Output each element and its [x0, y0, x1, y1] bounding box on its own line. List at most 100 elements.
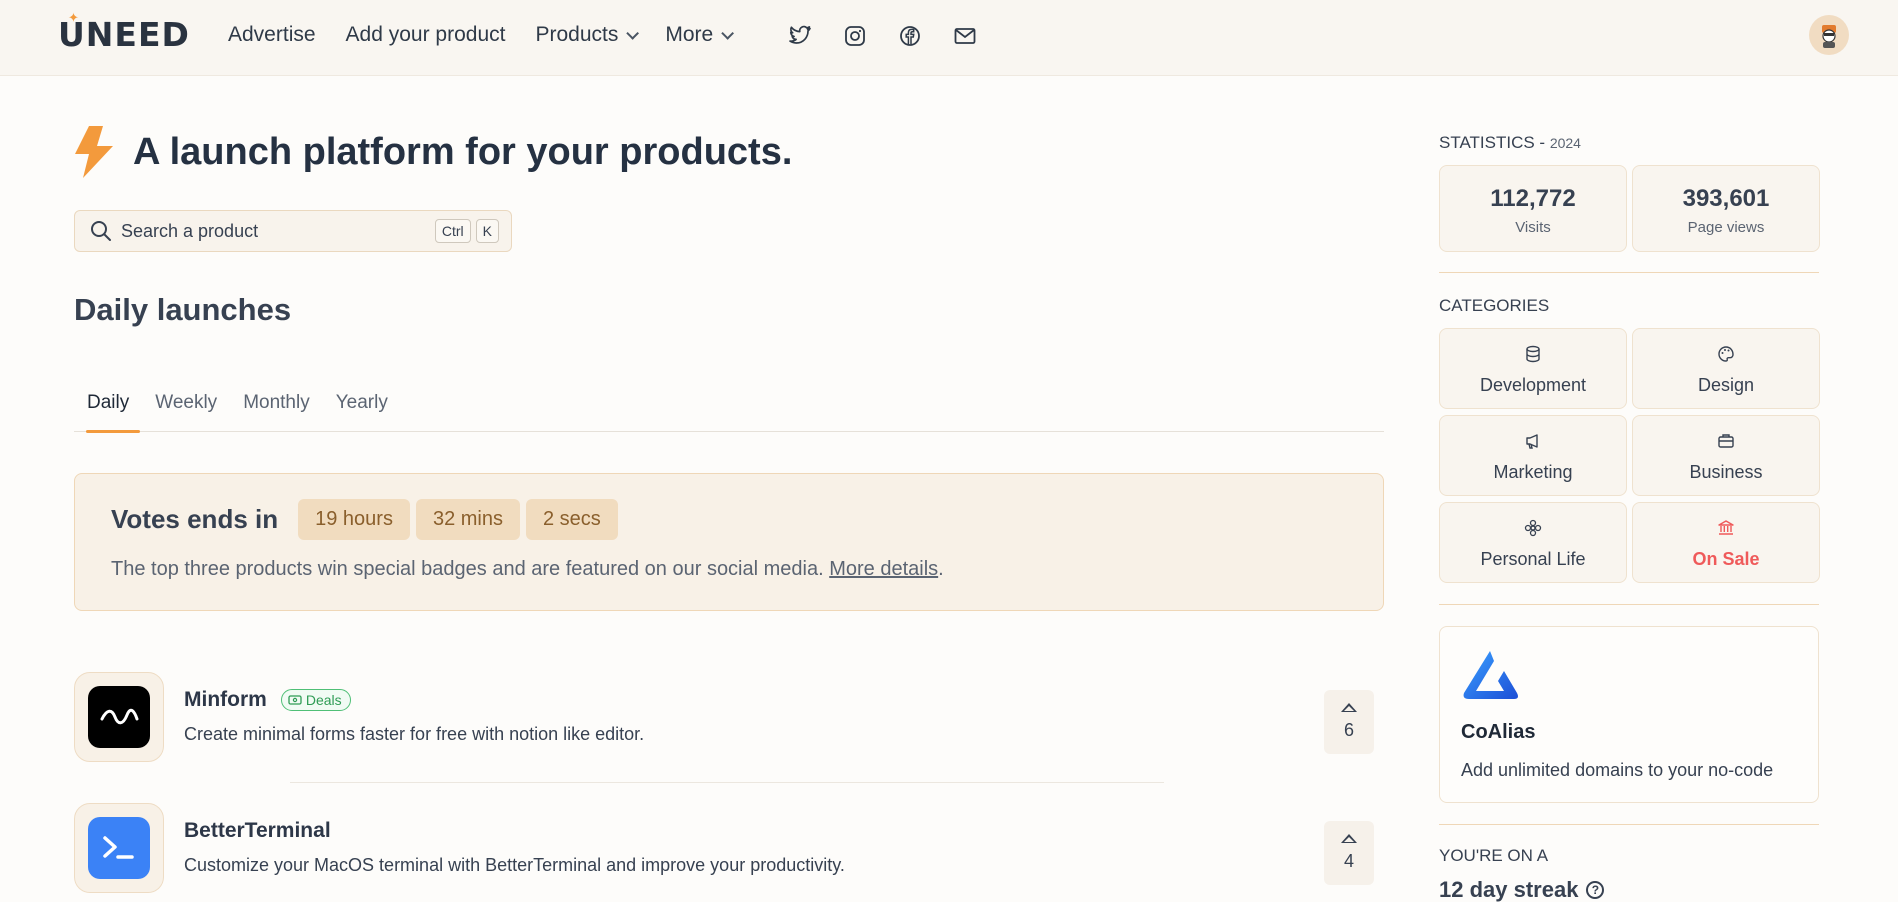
hero: A launch platform for your products.: [73, 126, 792, 178]
product-name-text: BetterTerminal: [184, 819, 331, 842]
palette-icon: [1718, 346, 1734, 362]
stat-page-views: 393,601 Page views: [1632, 165, 1820, 252]
section-title: Daily launches: [74, 292, 292, 327]
sidebar-divider: [1439, 824, 1819, 825]
stat-visits-label: Visits: [1515, 219, 1551, 236]
stat-visits-value: 112,772: [1490, 185, 1576, 212]
product-item-betterterminal[interactable]: BetterTerminal Customize your MacOS term…: [74, 803, 1384, 895]
briefcase-icon: [1718, 434, 1734, 448]
chevron-down-icon: [626, 26, 640, 40]
nav-more-dropdown[interactable]: More: [665, 23, 735, 47]
product-name: Minform Deals: [184, 688, 351, 712]
countdown-mins: 32 mins: [415, 499, 520, 540]
upvote-button[interactable]: 4: [1324, 821, 1374, 885]
sidebar-divider: [1439, 604, 1819, 605]
votes-description: The top three products win special badge…: [111, 558, 944, 581]
category-label: Personal Life: [1480, 549, 1586, 569]
countdown-hours: 19 hours: [298, 499, 410, 540]
category-label: Development: [1479, 375, 1587, 395]
shortcut-key-ctrl: Ctrl: [434, 219, 471, 243]
streak-value: 12 day streak ?: [1439, 877, 1605, 902]
betterterminal-logo-icon: [88, 817, 150, 879]
upvote-button[interactable]: 6: [1324, 690, 1374, 754]
product-item-minform[interactable]: Minform Deals Create minimal forms faste…: [74, 672, 1384, 764]
nav-add-product[interactable]: Add your product: [346, 23, 506, 47]
sidebar-divider: [1439, 272, 1819, 273]
nav-more-label: More: [665, 23, 714, 46]
product-name: BetterTerminal: [184, 819, 331, 843]
category-label: Marketing: [1493, 462, 1573, 482]
mail-icon[interactable]: [951, 22, 979, 50]
search-input[interactable]: Search a product Ctrl K: [74, 210, 512, 252]
product-divider: [290, 782, 1164, 783]
social-links: [786, 22, 1006, 50]
stat-page-views-label: Page views: [1687, 219, 1765, 236]
instagram-icon[interactable]: [841, 22, 869, 50]
upvote-arrow-icon: [1341, 703, 1357, 712]
statistics-label: STATISTICS -: [1439, 133, 1546, 152]
upvote-arrow-icon: [1341, 834, 1357, 843]
stat-page-views-value: 393,601: [1682, 185, 1770, 212]
categories-heading: CATEGORIES: [1439, 296, 1550, 315]
votes-period: .: [938, 558, 944, 580]
stat-visits: 112,772 Visits: [1439, 165, 1627, 252]
statistics-year: 2024: [1549, 135, 1581, 151]
product-description: Create minimal forms faster for free wit…: [184, 724, 645, 744]
main-nav: Advertise Add your product Products More: [228, 20, 760, 50]
more-details-link[interactable]: More details: [829, 558, 938, 580]
category-label: Business: [1689, 462, 1763, 482]
user-avatar[interactable]: [1809, 15, 1849, 55]
bank-icon: [1718, 520, 1734, 535]
ad-description: Add unlimited domains to your no-code: [1461, 760, 1774, 780]
product-logo: [74, 672, 164, 762]
streak-label: YOU'RE ON A: [1439, 846, 1549, 865]
tab-monthly[interactable]: Monthly: [230, 380, 323, 432]
page-title: A launch platform for your products.: [133, 130, 793, 173]
upvote-count: 6: [1343, 720, 1354, 740]
facebook-icon[interactable]: [896, 22, 924, 50]
minform-logo-icon: [88, 686, 150, 748]
category-label: Design: [1697, 375, 1755, 395]
search-placeholder: Search a product: [121, 220, 259, 241]
upvote-count: 4: [1343, 851, 1354, 871]
flower-icon: [1524, 519, 1542, 537]
product-name-text: Minform: [184, 688, 267, 711]
category-development[interactable]: Development: [1439, 328, 1627, 409]
search-icon: [91, 221, 111, 241]
category-personal-life[interactable]: Personal Life: [1439, 502, 1627, 583]
statistics-heading: STATISTICS - 2024: [1439, 133, 1581, 153]
category-design[interactable]: Design: [1632, 328, 1820, 409]
ad-title: CoAlias: [1461, 721, 1536, 743]
uneed-logo[interactable]: ✦ UNEED: [58, 10, 190, 54]
tab-weekly[interactable]: Weekly: [142, 380, 230, 432]
votes-text: The top three products win special badge…: [111, 558, 824, 580]
database-icon: [1526, 345, 1540, 363]
tab-yearly[interactable]: Yearly: [323, 380, 401, 432]
twitter-icon[interactable]: [786, 22, 814, 50]
tab-daily[interactable]: Daily: [74, 380, 142, 433]
votes-countdown-card: Votes ends in 19 hours 32 mins 2 secs Th…: [74, 473, 1384, 611]
sponsored-ad-card[interactable]: CoAlias Add unlimited domains to your no…: [1439, 626, 1819, 803]
launch-period-tabs: Daily Weekly Monthly Yearly: [74, 380, 1384, 433]
nav-products-label: Products: [535, 23, 619, 46]
nav-advertise-label: Advertise: [228, 23, 316, 46]
deals-badge: Deals: [280, 689, 351, 711]
ticket-icon: [288, 695, 302, 705]
category-on-sale[interactable]: On Sale: [1632, 502, 1820, 583]
coalias-logo-icon: [1463, 651, 1518, 699]
deals-badge-label: Deals: [305, 692, 342, 708]
help-icon[interactable]: ?: [1586, 881, 1605, 899]
lightning-bolt-icon: [75, 126, 113, 178]
category-label: On Sale: [1692, 549, 1760, 569]
nav-advertise[interactable]: Advertise: [228, 23, 316, 47]
shortcut-key-k: K: [475, 219, 499, 243]
nav-products-dropdown[interactable]: Products: [535, 23, 640, 47]
votes-title: Votes ends in: [111, 504, 279, 534]
category-marketing[interactable]: Marketing: [1439, 415, 1627, 496]
nav-add-product-label: Add your product: [345, 23, 506, 46]
product-logo: [74, 803, 164, 893]
megaphone-icon: [1526, 434, 1538, 449]
product-description: Customize your MacOS terminal with Bette…: [184, 855, 845, 875]
category-business[interactable]: Business: [1632, 415, 1820, 496]
top-navigation-bar: ✦ UNEED Advertise Add your product Produ…: [0, 0, 1898, 76]
